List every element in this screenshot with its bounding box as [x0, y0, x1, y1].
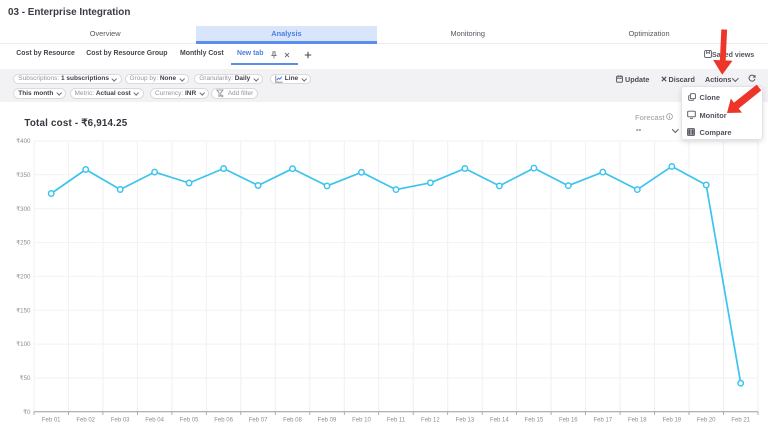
svg-text:Feb 03: Feb 03: [111, 418, 130, 424]
svg-text:Feb 07: Feb 07: [249, 418, 268, 424]
svg-text:Feb 14: Feb 14: [490, 418, 509, 424]
svg-text:Feb 16: Feb 16: [559, 418, 578, 424]
svg-text:Feb 21: Feb 21: [731, 418, 750, 424]
svg-text:Feb 11: Feb 11: [387, 418, 406, 424]
svg-text:₹300: ₹300: [16, 206, 31, 213]
svg-text:Feb 19: Feb 19: [662, 418, 681, 424]
svg-text:₹50: ₹50: [20, 375, 31, 382]
svg-text:Feb 20: Feb 20: [697, 418, 716, 424]
svg-text:₹350: ₹350: [16, 172, 31, 179]
svg-text:₹150: ₹150: [16, 307, 31, 314]
svg-text:Feb 18: Feb 18: [628, 418, 647, 424]
svg-text:Feb 13: Feb 13: [456, 418, 475, 424]
svg-text:Feb 10: Feb 10: [352, 418, 371, 424]
svg-text:Feb 15: Feb 15: [525, 418, 544, 424]
svg-text:₹200: ₹200: [16, 274, 31, 281]
svg-text:Feb 01: Feb 01: [42, 418, 61, 424]
svg-text:Feb 02: Feb 02: [76, 418, 95, 424]
svg-text:Feb 12: Feb 12: [421, 418, 440, 424]
svg-text:Feb 17: Feb 17: [593, 418, 612, 424]
svg-text:₹250: ₹250: [16, 240, 31, 247]
svg-text:Feb 08: Feb 08: [283, 418, 302, 424]
svg-text:₹0: ₹0: [23, 409, 31, 416]
svg-text:₹400: ₹400: [16, 138, 31, 145]
svg-text:Feb 06: Feb 06: [214, 418, 233, 424]
svg-text:Feb 04: Feb 04: [145, 418, 164, 424]
svg-text:Feb 09: Feb 09: [318, 418, 337, 424]
svg-text:Feb 05: Feb 05: [180, 418, 199, 424]
svg-text:₹100: ₹100: [16, 341, 31, 348]
